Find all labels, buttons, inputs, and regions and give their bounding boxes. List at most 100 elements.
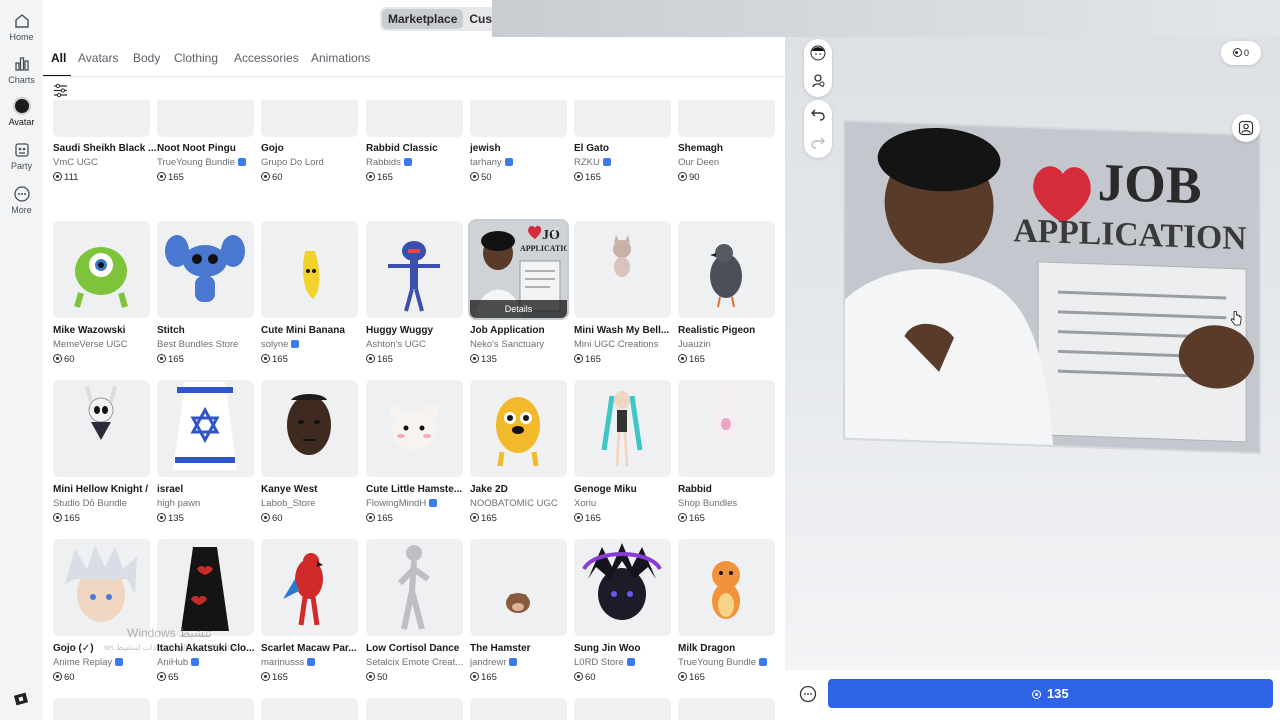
item-creator[interactable]: Grupo Do Lord <box>261 157 365 168</box>
item-thumbnail[interactable] <box>678 539 775 636</box>
item-creator[interactable]: MemeVerse UGC <box>53 339 157 350</box>
tab-all[interactable]: All <box>51 51 66 65</box>
item-creator[interactable]: AniHub <box>157 657 261 668</box>
item-creator[interactable]: NOOBATOMIC UGC <box>470 498 574 509</box>
item-thumbnail[interactable] <box>678 100 775 137</box>
item-thumbnail-partial[interactable] <box>157 698 254 720</box>
nav-charts[interactable]: Charts <box>0 55 43 85</box>
item-creator[interactable]: high pawn <box>157 498 261 509</box>
item-creator[interactable]: tarhany <box>470 157 574 168</box>
avatar-frame-icon <box>1238 120 1254 136</box>
item-thumbnail-partial[interactable] <box>53 698 150 720</box>
filter-icon[interactable] <box>53 83 68 98</box>
item-thumbnail[interactable] <box>157 100 254 137</box>
item-thumbnail[interactable] <box>53 100 150 137</box>
item-creator[interactable]: Labob_Store <box>261 498 365 509</box>
avatar-view-button[interactable] <box>1232 114 1260 142</box>
nav-more[interactable]: More <box>0 185 43 215</box>
item-thumbnail-partial[interactable] <box>470 698 567 720</box>
item-creator[interactable]: Studio Dō Bundle <box>53 498 157 509</box>
item-thumbnail[interactable] <box>261 539 358 636</box>
item-thumbnail[interactable] <box>574 380 671 477</box>
item-thumbnail[interactable]: JOAPPLICATION✓Details <box>468 219 569 320</box>
item-creator[interactable]: Shop Bundles <box>678 498 782 509</box>
tab-animations[interactable]: Animations <box>311 51 370 65</box>
item-creator[interactable]: FlowingMindH <box>366 498 470 509</box>
item-thumbnail[interactable] <box>574 100 671 137</box>
tab-body[interactable]: Body <box>133 51 160 65</box>
item-creator[interactable]: L0RD Store <box>574 657 678 668</box>
item-creator[interactable]: Our Deen <box>678 157 782 168</box>
robux-icon <box>157 172 166 181</box>
item-creator[interactable]: Neko's Sanctuary <box>470 339 574 350</box>
item-thumbnail[interactable] <box>366 539 463 636</box>
item-thumbnail[interactable] <box>261 221 358 318</box>
creator-name: RZKU <box>574 157 600 168</box>
tab-marketplace[interactable]: Marketplace <box>382 9 464 29</box>
item-thumbnail[interactable] <box>678 380 775 477</box>
redo-button[interactable] <box>804 128 832 156</box>
item-thumbnail[interactable] <box>366 380 463 477</box>
item-creator[interactable]: VmC UGC <box>53 157 157 168</box>
details-button[interactable]: Details <box>470 300 567 318</box>
item-thumbnail[interactable] <box>157 221 254 318</box>
item-creator[interactable]: Mini UGC Creations <box>574 339 678 350</box>
price-value: 90 <box>689 172 700 183</box>
item-thumbnail[interactable] <box>53 539 150 636</box>
item-creator[interactable]: Anime Replay <box>53 657 157 668</box>
item-creator[interactable]: TrueYoung Bundle <box>678 657 782 668</box>
nav-avatar[interactable]: Avatar <box>0 97 43 127</box>
item-thumbnail[interactable] <box>366 221 463 318</box>
item-thumbnail-partial[interactable] <box>261 698 358 720</box>
item-name: Rabbid Classic <box>366 143 438 154</box>
price-value: 60 <box>272 172 283 183</box>
roblox-logo-icon[interactable] <box>14 692 28 706</box>
item-thumbnail[interactable] <box>157 380 254 477</box>
item-name: The Hamster <box>470 643 531 654</box>
verified-badge-icon <box>403 158 412 166</box>
avatar-thumbnail-button[interactable] <box>804 39 832 67</box>
item-creator[interactable]: TrueYoung Bundle <box>157 157 261 168</box>
item-thumbnail[interactable] <box>574 221 671 318</box>
item-thumbnail[interactable] <box>678 221 775 318</box>
nav-party[interactable]: Party <box>0 141 43 171</box>
item-creator[interactable]: Best Bundles Store <box>157 339 261 350</box>
avatar-settings-button[interactable] <box>804 67 832 95</box>
item-creator[interactable]: Ashton's UGC <box>366 339 470 350</box>
item-thumbnail[interactable] <box>261 380 358 477</box>
item-thumbnail[interactable] <box>574 539 671 636</box>
item-thumbnail[interactable] <box>470 539 567 636</box>
undo-button[interactable] <box>804 100 832 128</box>
item-thumbnail[interactable] <box>157 539 254 636</box>
item-thumbnail[interactable] <box>470 100 567 137</box>
item-creator[interactable]: solyne <box>261 339 365 350</box>
item-creator[interactable]: Xoriu <box>574 498 678 509</box>
item-creator[interactable]: RZKU <box>574 157 678 168</box>
robux-icon <box>157 354 166 363</box>
nav-home[interactable]: Home <box>0 12 43 42</box>
tab-avatars[interactable]: Avatars <box>78 51 118 65</box>
item-thumbnail[interactable] <box>53 221 150 318</box>
item-creator[interactable]: marinusss <box>261 657 365 668</box>
item-creator[interactable]: jandrewr <box>470 657 574 668</box>
item-thumbnail[interactable] <box>366 100 463 137</box>
item-thumbnail-partial[interactable] <box>574 698 671 720</box>
item-creator[interactable]: Setalcix Emote Creat... <box>366 657 470 668</box>
item-thumbnail[interactable] <box>53 380 150 477</box>
rabbit-icon <box>366 100 463 137</box>
robux-balance[interactable]: 0 <box>1221 41 1261 65</box>
creator-name: solyne <box>261 339 289 350</box>
item-thumbnail-partial[interactable] <box>366 698 463 720</box>
item-price: 165 <box>574 354 601 365</box>
buy-button[interactable]: 135 <box>828 679 1273 708</box>
item-thumbnail[interactable] <box>470 380 567 477</box>
nav-home-label: Home <box>9 32 34 42</box>
charts-icon <box>13 55 31 73</box>
item-creator[interactable]: Rabbids <box>366 157 470 168</box>
tab-clothing[interactable]: Clothing <box>174 51 218 65</box>
item-creator[interactable]: Juauzin <box>678 339 782 350</box>
more-options-icon[interactable] <box>799 685 817 703</box>
item-thumbnail[interactable] <box>261 100 358 137</box>
item-thumbnail-partial[interactable] <box>678 698 775 720</box>
tab-accessories[interactable]: Accessories <box>234 51 299 65</box>
